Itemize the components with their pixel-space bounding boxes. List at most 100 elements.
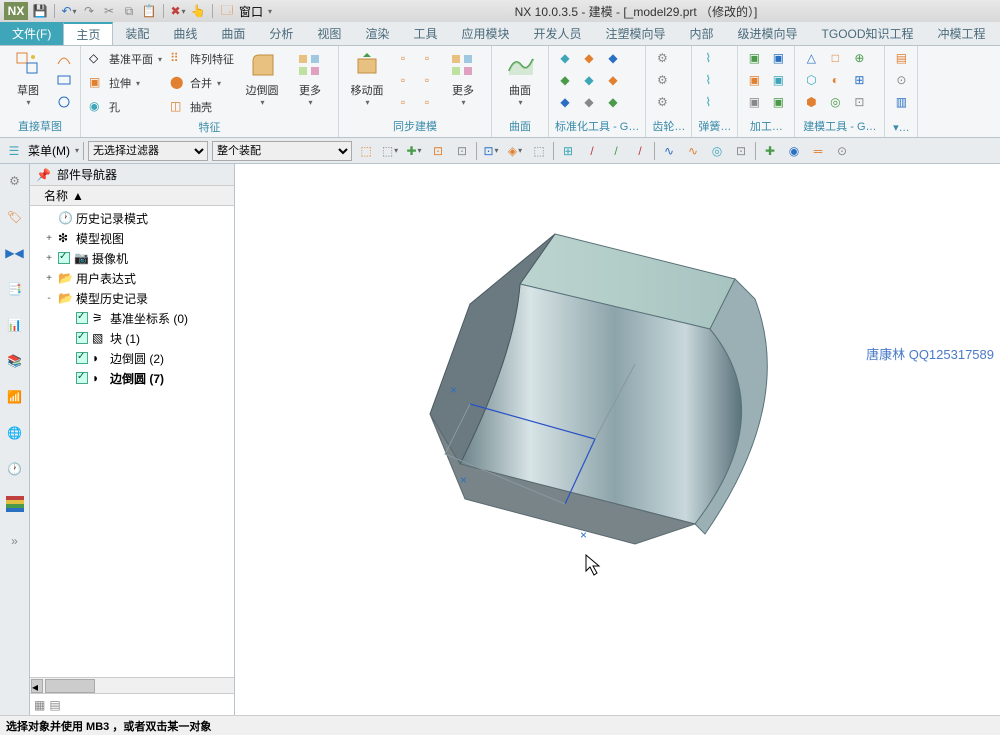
gear-tool-icon[interactable]: ⚙ [652, 48, 672, 68]
mfg-tool-icon[interactable]: ▣ [744, 70, 764, 90]
tab-mold[interactable]: 注塑模向导 [593, 22, 677, 45]
tree-item[interactable]: ▧块 (1) [34, 328, 230, 348]
sel-tool-icon[interactable]: ⊙ [832, 141, 852, 161]
filter-select-2[interactable]: 整个装配 [212, 141, 352, 161]
sel-tool-icon[interactable]: ◉ [784, 141, 804, 161]
tree-item[interactable]: +📂用户表达式 [34, 268, 230, 288]
horizontal-scrollbar[interactable]: ◂ [30, 677, 234, 693]
tab-tgood[interactable]: TGOOD知识工程 [810, 22, 926, 45]
shell-button[interactable]: ◫抽壳 [168, 96, 236, 118]
model-tool-icon[interactable]: ◐ [825, 70, 845, 90]
details-icon[interactable]: ▤ [49, 698, 60, 712]
tree-item[interactable]: ◗边倒圆 (7) [34, 368, 230, 388]
checkbox-icon[interactable] [76, 352, 88, 364]
tree-item[interactable]: +❇模型视图 [34, 228, 230, 248]
menu-button[interactable]: 菜单(M) [28, 142, 70, 159]
sync-tool-icon[interactable]: ▫ [393, 92, 413, 112]
std-tool-icon[interactable]: ◆ [603, 70, 623, 90]
gear-tool-icon[interactable]: ⚙ [652, 70, 672, 90]
sel-tool-icon[interactable]: ⊡ [731, 141, 751, 161]
tree-item[interactable]: +📷摄像机 [34, 248, 230, 268]
std-tool-icon[interactable]: ◆ [555, 70, 575, 90]
tab-stamp[interactable]: 冲模工程 [926, 22, 998, 45]
model-tool-icon[interactable]: □ [825, 48, 845, 68]
filter-select-1[interactable]: 无选择过滤器 [88, 141, 208, 161]
pin-icon[interactable]: 📌 [36, 168, 51, 182]
tab-progdie[interactable]: 级进模向导 [726, 22, 810, 45]
model-tool-icon[interactable]: ⊞ [849, 70, 869, 90]
unite-button[interactable]: ⬤合并▾ [168, 72, 236, 94]
sel-tool-icon[interactable]: ⊡ [428, 141, 448, 161]
checkbox-icon[interactable] [76, 372, 88, 384]
sel-tool-icon[interactable]: / [582, 141, 602, 161]
sel-tool-icon[interactable]: ⊡▾ [481, 141, 501, 161]
sel-tool-icon[interactable]: / [630, 141, 650, 161]
expander-icon[interactable]: + [44, 253, 54, 264]
model-tool-icon[interactable]: ◎ [825, 92, 845, 112]
checkbox-icon[interactable] [58, 252, 70, 264]
sketch-tool-icon[interactable] [54, 70, 74, 90]
sel-tool-icon[interactable]: ∿ [683, 141, 703, 161]
palette-icon[interactable] [4, 494, 26, 516]
pattern-button[interactable]: ⠿阵列特征 [168, 48, 236, 70]
window-icon[interactable]: 🗔 [219, 3, 235, 19]
redo-icon[interactable]: ↷ [81, 3, 97, 19]
tab-surface[interactable]: 曲面 [209, 22, 257, 45]
assembly-navigator-icon[interactable]: 🏷 [4, 206, 26, 228]
std-tool-icon[interactable]: ◆ [555, 92, 575, 112]
tab-curve[interactable]: 曲线 [161, 22, 209, 45]
sketch-tool-icon[interactable] [54, 92, 74, 112]
tree-item[interactable]: ◗边倒圆 (2) [34, 348, 230, 368]
system-icon[interactable]: 🌐 [4, 422, 26, 444]
mfg-tool-icon[interactable]: ▣ [768, 70, 788, 90]
hd3d-icon[interactable]: 📊 [4, 314, 26, 336]
hole-button[interactable]: ◉孔 [87, 96, 164, 118]
sel-tool-icon[interactable]: ═ [808, 141, 828, 161]
graphics-viewport[interactable]: × × × 唐康林 QQ125317589 [235, 164, 1000, 715]
std-tool-icon[interactable]: ◆ [603, 48, 623, 68]
sync-tool-icon[interactable]: ▫ [393, 70, 413, 90]
edge-blend-button[interactable]: 边倒圆▾ [240, 48, 284, 107]
sel-tool-icon[interactable]: ⊡ [452, 141, 472, 161]
model-tool-icon[interactable]: ⊡ [849, 92, 869, 112]
sel-tool-icon[interactable]: ✚ [760, 141, 780, 161]
sync-tool-icon[interactable]: ▫ [417, 92, 437, 112]
expander-icon[interactable]: + [44, 273, 54, 284]
model-tool-icon[interactable]: ⬡ [801, 70, 821, 90]
part-navigator-icon[interactable]: ⚙ [4, 170, 26, 192]
tab-file[interactable]: 文件(F) [0, 22, 63, 45]
history-icon[interactable]: 📶 [4, 386, 26, 408]
reuse-library-icon[interactable]: 📑 [4, 278, 26, 300]
copy-icon[interactable]: ⧉ [121, 3, 137, 19]
cut-icon[interactable]: ✂ [101, 3, 117, 19]
overflow-tool-icon[interactable]: ⊙ [891, 70, 911, 90]
model-tool-icon[interactable]: △ [801, 48, 821, 68]
sel-tool-icon[interactable]: ⬚▾ [380, 141, 400, 161]
checkbox-icon[interactable] [76, 312, 88, 324]
std-tool-icon[interactable]: ◆ [579, 70, 599, 90]
model-tool-icon[interactable]: ⊕ [849, 48, 869, 68]
overflow-tool-icon[interactable]: ▤ [891, 48, 911, 68]
std-tool-icon[interactable]: ◆ [603, 92, 623, 112]
mfg-tool-icon[interactable]: ▣ [768, 48, 788, 68]
paste-icon[interactable]: 📋 [141, 3, 157, 19]
sync-tool-icon[interactable]: ▫ [417, 48, 437, 68]
expander-icon[interactable]: + [44, 233, 54, 244]
expander-icon[interactable]: - [44, 293, 54, 304]
more-sync-button[interactable]: 更多▾ [441, 48, 485, 107]
overflow-tool-icon[interactable]: ▥ [891, 92, 911, 112]
mfg-tool-icon[interactable]: ▣ [768, 92, 788, 112]
extrude-button[interactable]: ▣拉伸▾ [87, 72, 164, 94]
touch-icon[interactable]: 👆 [190, 3, 206, 19]
mfg-tool-icon[interactable]: ▣ [744, 92, 764, 112]
tab-render[interactable]: 渲染 [353, 22, 401, 45]
tab-dev[interactable]: 开发人员 [521, 22, 593, 45]
std-tool-icon[interactable]: ◆ [555, 48, 575, 68]
navigator-column-header[interactable]: 名称 ▲ [30, 186, 234, 206]
tab-tools[interactable]: 工具 [401, 22, 449, 45]
tab-home[interactable]: 主页 [63, 22, 113, 45]
undo-icon[interactable]: ↶▾ [61, 3, 77, 19]
web-browser-icon[interactable]: 📚 [4, 350, 26, 372]
mfg-tool-icon[interactable]: ▣ [744, 48, 764, 68]
sel-tool-icon[interactable]: ∿ [659, 141, 679, 161]
